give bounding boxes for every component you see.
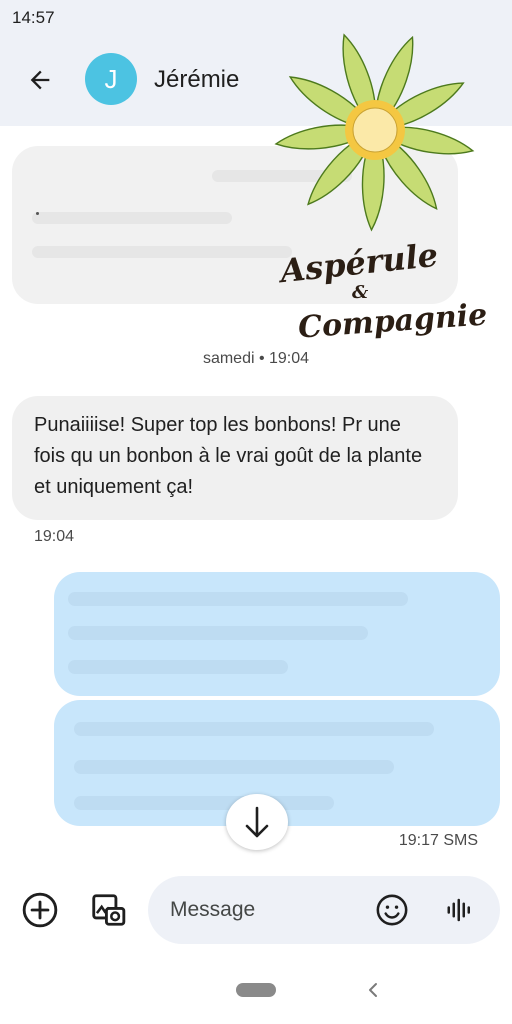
voice-message-button[interactable] <box>438 888 482 932</box>
arrow-down-icon <box>245 806 269 838</box>
system-navigation-bar <box>0 960 512 1024</box>
logo-text: & <box>352 282 369 303</box>
blurred-text <box>74 796 334 810</box>
gallery-icon <box>92 894 126 926</box>
incoming-message-time: 19:04 <box>34 528 75 545</box>
emoji-icon <box>376 894 408 926</box>
contact-avatar[interactable]: J <box>85 53 137 105</box>
back-button[interactable] <box>20 60 60 100</box>
status-time: 14:57 <box>12 8 55 27</box>
blurred-text <box>74 760 394 774</box>
outgoing-message-blurred[interactable] <box>54 572 500 696</box>
add-circle-icon <box>22 892 58 928</box>
add-attachment-button[interactable] <box>18 888 62 932</box>
blurred-text <box>68 592 408 606</box>
compose-bar <box>0 876 512 946</box>
blurred-text <box>68 660 288 674</box>
arrow-back-icon <box>30 70 50 90</box>
message-box <box>148 876 500 944</box>
outgoing-message-meta: 19:17 SMS <box>398 832 478 849</box>
blurred-text <box>32 212 232 224</box>
message-input[interactable] <box>170 896 360 924</box>
scroll-to-bottom-button[interactable] <box>226 794 288 850</box>
home-button[interactable] <box>236 983 276 997</box>
contact-name[interactable]: Jérémie <box>154 66 239 94</box>
blurred-text <box>36 212 39 215</box>
avatar-initial: J <box>104 63 118 94</box>
gallery-button[interactable] <box>86 888 130 932</box>
blurred-text <box>68 626 368 640</box>
emoji-button[interactable] <box>370 888 414 932</box>
blurred-text <box>74 722 434 736</box>
incoming-message[interactable]: Punaiiiise! Super top les bonbons! Pr un… <box>12 396 458 520</box>
voice-wave-icon <box>447 898 470 922</box>
nav-back-icon[interactable] <box>362 978 384 1002</box>
